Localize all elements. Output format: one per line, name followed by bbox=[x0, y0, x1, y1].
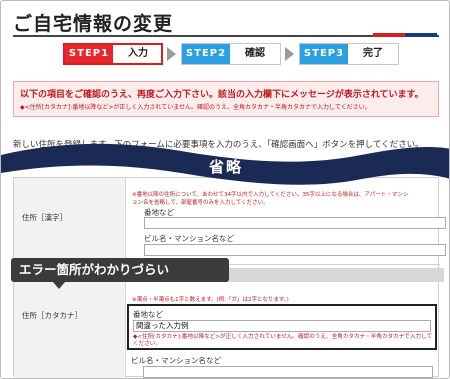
address-kana-field1-input[interactable]: 間違った入力例 bbox=[133, 320, 431, 332]
address-kana-field1-error: ◆<住所[カタカナ]:番地以降など>が正しく入力されていません。確認のうえ、全角… bbox=[133, 334, 433, 347]
error-summary-box: 以下の項目をご確認のうえ、再度ご入力下さい。該当の入力欄下にメッセージが表示され… bbox=[13, 81, 439, 117]
address-kanji-note: ※番地以降の住所について、あわせて34字以内で入力してください。35字以上になる… bbox=[132, 192, 409, 198]
step-arrow-icon bbox=[285, 47, 294, 61]
title-accent-bar bbox=[373, 33, 437, 37]
step-3: STEP3 完了 bbox=[299, 43, 399, 65]
error-summary-title: 以下の項目をご確認のうえ、再度ご入力下さい。該当の入力欄下にメッセージが表示され… bbox=[20, 90, 424, 100]
address-kana-field2-input[interactable] bbox=[143, 366, 433, 378]
step-2: STEP2 確認 bbox=[181, 43, 281, 65]
address-kana-field1-label: 番地など bbox=[133, 310, 163, 319]
address-kanji-note-2: ョン名を省略して、部屋番号のみを入力してください。 bbox=[132, 200, 269, 206]
page-title: ご自宅情報の変更 bbox=[13, 13, 174, 35]
address-kanji-label: 住所［漢字］ bbox=[22, 213, 67, 222]
address-kana-label: 住所［カタカナ］ bbox=[22, 311, 82, 320]
step-1-label: 入力 bbox=[128, 48, 148, 59]
address-kana-field2-label: ビル名・マンション名など bbox=[131, 356, 221, 365]
annotation-callout: エラー箇所がわかりづらい bbox=[11, 258, 229, 282]
step-2-tag: STEP2 bbox=[182, 44, 230, 64]
address-kanji-field2-input[interactable] bbox=[144, 244, 446, 256]
omitted-banner-text: 省略 bbox=[208, 158, 243, 176]
step-arrow-icon bbox=[167, 47, 176, 61]
address-kana-note: ※濁点・半濁点も1字と数えます。(例:「ガ」は2字となります。) bbox=[132, 297, 289, 303]
step-1: STEP1 入力 bbox=[63, 43, 163, 65]
error-summary-detail: ◆<住所[カタカナ]:番地以降など>が正しく入力されていません。確認のうえ、全角… bbox=[20, 104, 371, 111]
address-kana-error-field: 番地など 間違った入力例 ◆<住所[カタカナ]:番地以降など>が正しく入力されて… bbox=[127, 304, 437, 350]
callout-pointer bbox=[53, 282, 65, 289]
address-kanji-field2-label: ビル名・マンション名など bbox=[144, 234, 234, 243]
step-1-tag: STEP1 bbox=[65, 45, 113, 63]
step-2-label: 確認 bbox=[245, 48, 265, 59]
step-3-tag: STEP3 bbox=[300, 44, 348, 64]
address-kanji-field1-input[interactable] bbox=[144, 217, 446, 229]
page-frame: ご自宅情報の変更 STEP1 入力 STEP2 確認 STEP3 完了 以下の項… bbox=[0, 0, 450, 379]
step-3-label: 完了 bbox=[363, 48, 383, 59]
